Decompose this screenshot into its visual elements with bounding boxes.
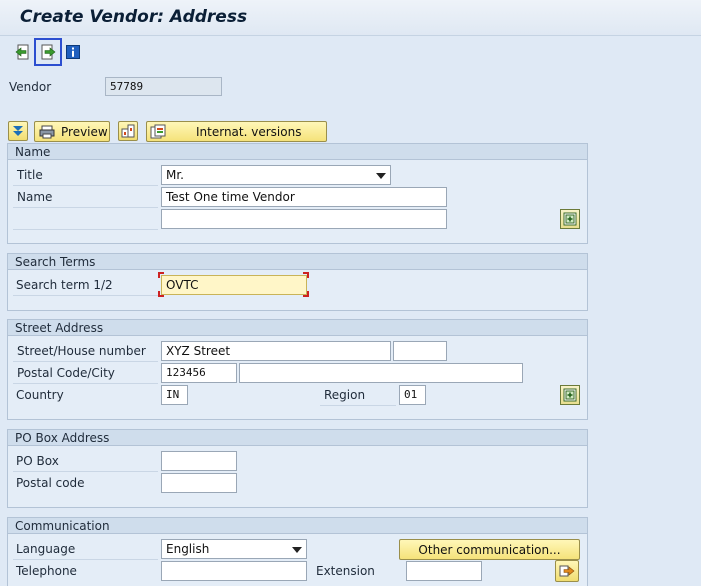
- country-label: Country: [16, 388, 64, 402]
- chevron-down-icon: [292, 547, 302, 553]
- vendor-field: 57789: [105, 77, 222, 96]
- communication-title: Communication: [8, 518, 587, 534]
- arrow-right-icon: [559, 565, 575, 577]
- required-marker: [158, 291, 164, 297]
- house-number-input[interactable]: [393, 341, 447, 361]
- row-divider: [13, 559, 158, 560]
- name-group-title: Name: [8, 144, 587, 160]
- page-title: Create Vendor: Address: [20, 7, 248, 27]
- row-divider: [13, 383, 158, 384]
- required-marker: [303, 272, 309, 278]
- search-terms-title: Search Terms: [8, 254, 587, 270]
- row-divider: [13, 207, 158, 208]
- row-divider: [320, 405, 396, 406]
- preview-button[interactable]: Preview: [34, 121, 110, 142]
- language-label: Language: [16, 542, 76, 556]
- sort-icon: [121, 124, 135, 138]
- row-divider: [13, 295, 158, 296]
- language-dropdown[interactable]: English: [161, 539, 307, 559]
- more-telephone-button[interactable]: [555, 560, 579, 582]
- extension-label: Extension: [316, 564, 375, 578]
- po-box-title: PO Box Address: [8, 430, 587, 446]
- more-fields-button[interactable]: [560, 209, 580, 229]
- required-marker: [303, 291, 309, 297]
- po-postal-code-label: Postal code: [16, 476, 85, 490]
- name2-input[interactable]: [161, 209, 447, 229]
- required-marker: [158, 272, 164, 278]
- expand-icon: [13, 126, 23, 136]
- search-term-label: Search term 1/2: [16, 278, 113, 292]
- po-box-input[interactable]: [161, 451, 237, 471]
- telephone-input[interactable]: [161, 561, 307, 581]
- po-box-label: PO Box: [16, 454, 59, 468]
- preview-label: Preview: [61, 124, 108, 139]
- previous-screen-icon[interactable]: [12, 41, 34, 63]
- country-input[interactable]: IN: [161, 385, 188, 405]
- info-icon[interactable]: [62, 41, 84, 63]
- row-divider: [13, 361, 158, 362]
- region-input[interactable]: 01: [399, 385, 426, 405]
- region-label: Region: [324, 388, 366, 402]
- internat-versions-label: Internat. versions: [196, 124, 302, 139]
- postal-city-label: Postal Code/City: [17, 366, 115, 380]
- po-box-group: PO Box Address: [7, 429, 588, 508]
- street-input[interactable]: XYZ Street: [161, 341, 391, 361]
- street-address-title: Street Address: [8, 320, 587, 336]
- name-label: Name: [17, 190, 53, 204]
- title-dropdown[interactable]: Mr.: [161, 165, 391, 185]
- expand-all-button[interactable]: [8, 121, 28, 141]
- street-label: Street/House number: [17, 344, 146, 358]
- name1-input[interactable]: Test One time Vendor: [161, 187, 447, 207]
- telephone-label: Telephone: [16, 564, 77, 578]
- expand-fields-icon: [563, 212, 577, 226]
- printer-icon: [39, 125, 55, 138]
- row-divider: [13, 185, 158, 186]
- other-communication-label: Other communication...: [418, 542, 561, 557]
- po-postal-code-input[interactable]: [161, 473, 237, 493]
- vendor-label: Vendor: [9, 80, 52, 94]
- search-term-input[interactable]: OVTC: [161, 275, 307, 295]
- row-divider: [13, 471, 158, 472]
- next-screen-icon[interactable]: [34, 38, 62, 66]
- title-dropdown-value: Mr.: [166, 168, 184, 182]
- title-label: Title: [17, 168, 43, 182]
- versions-icon: [150, 124, 166, 138]
- language-value: English: [166, 542, 210, 556]
- other-communication-button[interactable]: Other communication...: [399, 539, 580, 560]
- expand-fields-icon: [563, 388, 577, 402]
- more-address-fields-button[interactable]: [560, 385, 580, 405]
- postal-code-input[interactable]: 123456: [161, 363, 237, 383]
- city-input[interactable]: [239, 363, 523, 383]
- row-divider: [13, 229, 158, 230]
- chevron-down-icon: [376, 173, 386, 179]
- sort-button[interactable]: [118, 121, 138, 141]
- internat-versions-button[interactable]: Internat. versions: [146, 121, 327, 142]
- extension-input[interactable]: [406, 561, 482, 581]
